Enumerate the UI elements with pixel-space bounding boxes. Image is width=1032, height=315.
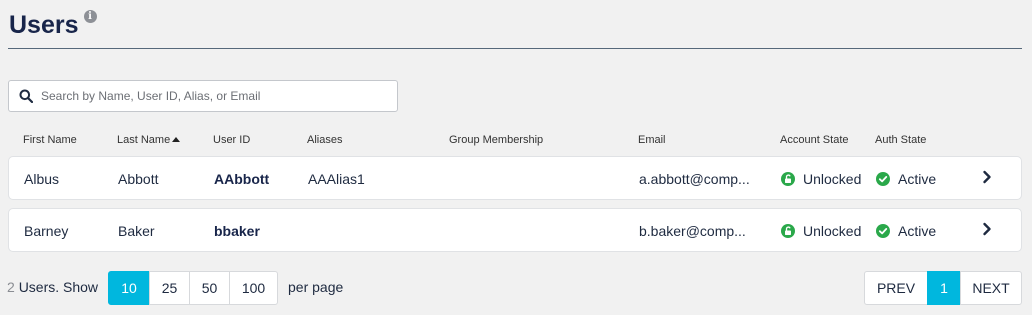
column-header-user-id[interactable]: User ID: [213, 134, 250, 146]
page-size-10-button[interactable]: 10: [108, 271, 150, 305]
table-header: First Name Last Name User ID Aliases Gro…: [8, 134, 1022, 150]
cell-user-id: bbaker: [214, 223, 260, 239]
column-header-last-name[interactable]: Last Name: [117, 134, 181, 146]
page-size-100-button[interactable]: 100: [229, 271, 278, 305]
column-header-label: Last Name: [117, 134, 171, 146]
account-state-label: Unlocked: [803, 223, 862, 239]
auth-state-label: Active: [898, 171, 937, 187]
column-header-aliases[interactable]: Aliases: [307, 134, 342, 146]
cell-email: b.baker@comp...: [639, 223, 746, 239]
column-header-account-state[interactable]: Account State: [780, 134, 849, 146]
unlock-icon: [781, 172, 795, 186]
cell-aliases: AAAlias1: [308, 171, 365, 187]
column-header-auth-state[interactable]: Auth State: [875, 134, 926, 146]
chevron-right-icon: [983, 170, 991, 184]
user-count: 2 Users. Show: [7, 279, 98, 295]
search-input[interactable]: [41, 89, 381, 103]
cell-last-name: Abbott: [118, 171, 159, 187]
cell-email: a.abbott@comp...: [639, 171, 750, 187]
page-1-button[interactable]: 1: [927, 271, 961, 305]
cell-first-name: Barney: [24, 223, 69, 239]
cell-account-state: Unlocked: [781, 170, 861, 188]
page-title: Users: [9, 11, 79, 39]
info-icon[interactable]: i: [83, 10, 97, 23]
cell-user-id: AAbbott: [214, 171, 270, 187]
page-size-25-button[interactable]: 25: [149, 271, 190, 305]
cell-first-name: Albus: [24, 171, 60, 187]
row-chevron[interactable]: [981, 170, 993, 188]
column-header-email[interactable]: Email: [638, 134, 666, 146]
auth-state-label: Active: [898, 223, 937, 239]
column-header-first-name[interactable]: First Name: [23, 134, 77, 146]
user-count-number: 2: [7, 279, 15, 295]
unlock-icon: [781, 224, 795, 238]
cell-auth-state: Active: [876, 222, 936, 240]
cell-account-state: Unlocked: [781, 222, 861, 240]
check-circle-icon: [876, 172, 890, 186]
table-row[interactable]: Barney Baker bbaker b.baker@comp... Unlo…: [8, 208, 1022, 252]
next-page-button[interactable]: NEXT: [960, 271, 1022, 305]
users-show-label: Users. Show: [18, 279, 99, 295]
page-header: Users i: [9, 8, 97, 42]
account-state-label: Unlocked: [803, 171, 862, 187]
prev-page-button[interactable]: PREV: [864, 271, 928, 305]
page-size-50-button[interactable]: 50: [189, 271, 230, 305]
page-size-selector: 10 25 50 100: [108, 271, 278, 305]
check-circle-icon: [876, 224, 890, 238]
row-chevron[interactable]: [981, 222, 993, 240]
search-box[interactable]: [8, 80, 398, 112]
table-row[interactable]: Albus Abbott AAbbott AAAlias1 a.abbott@c…: [8, 156, 1022, 200]
pagination: PREV 1 NEXT: [864, 271, 1022, 305]
sort-ascending-icon: [172, 137, 181, 142]
cell-auth-state: Active: [876, 170, 936, 188]
cell-last-name: Baker: [118, 223, 155, 239]
column-header-group-membership[interactable]: Group Membership: [449, 134, 543, 146]
title-divider: [8, 48, 1022, 49]
search-icon: [19, 89, 33, 103]
per-page-label: per page: [288, 279, 344, 295]
chevron-right-icon: [983, 222, 991, 236]
